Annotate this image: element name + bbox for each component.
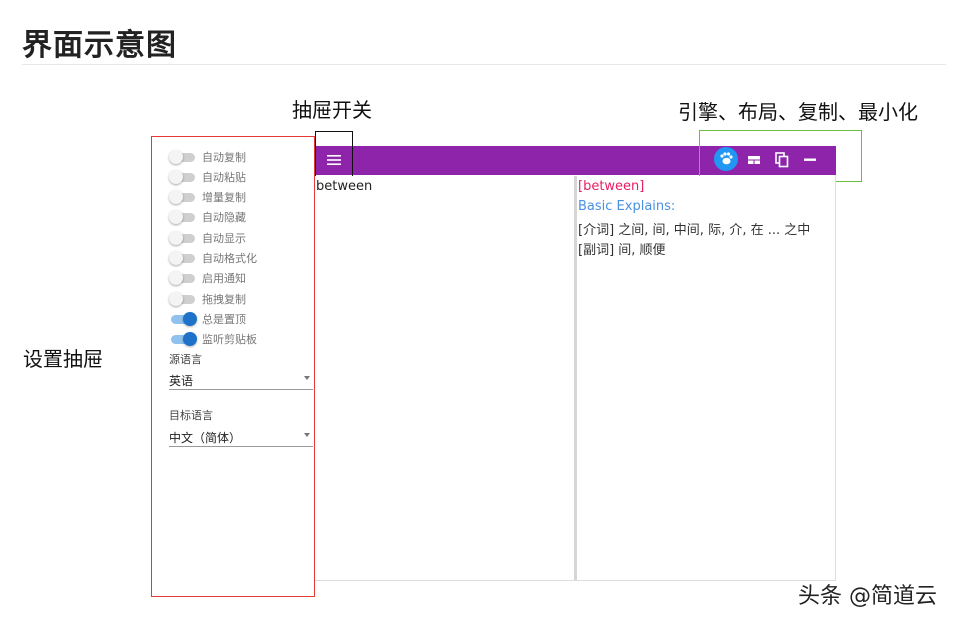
watermark: 头条 @简道云: [798, 584, 937, 609]
result-explain-label: Basic Explains:: [578, 199, 676, 214]
toggle-label: 自动显示: [202, 232, 246, 245]
page-title: 界面示意图: [22, 28, 177, 63]
toggle-row-auto-hide[interactable]: 自动隐藏: [169, 208, 246, 226]
callout-toolbar: 引擎、布局、复制、最小化: [678, 100, 918, 124]
toggle-label: 自动格式化: [202, 252, 257, 265]
toggle-row-auto-copy[interactable]: 自动复制: [169, 148, 246, 166]
source-language-select[interactable]: 英语: [169, 370, 313, 390]
toggle-row-always-on-top[interactable]: 总是置顶: [169, 310, 246, 328]
toggle-switch[interactable]: [169, 208, 197, 226]
toggle-switch[interactable]: [169, 310, 197, 328]
toggle-row-notifications[interactable]: 启用通知: [169, 269, 246, 287]
toggle-switch[interactable]: [169, 229, 197, 247]
toggle-label: 启用通知: [202, 272, 246, 285]
drawer-toggle-highlight: [315, 131, 353, 177]
target-language-select[interactable]: 中文（简体）: [169, 427, 313, 447]
source-text-area[interactable]: [315, 176, 574, 580]
toggle-label: 拖拽复制: [202, 293, 246, 306]
toggle-switch[interactable]: [169, 188, 197, 206]
toggle-switch[interactable]: [169, 290, 197, 308]
chevron-down-icon: [304, 433, 310, 437]
toggle-row-watch-clipboard[interactable]: 监听剪贴板: [169, 330, 257, 348]
result-definition-line: [介词] 之间, 间, 中间, 际, 介, 在 ... 之中: [578, 223, 811, 238]
toggle-label: 增量复制: [202, 191, 246, 204]
toggle-row-auto-show[interactable]: 自动显示: [169, 229, 246, 247]
source-language-value: 英语: [169, 374, 194, 388]
toggle-switch[interactable]: [169, 168, 197, 186]
source-language-label: 源语言: [169, 353, 202, 366]
toggle-label: 监听剪贴板: [202, 333, 257, 346]
toggle-row-drag-copy[interactable]: 拖拽复制: [169, 290, 246, 308]
toggle-label: 总是置顶: [202, 313, 246, 326]
toggle-label: 自动粘贴: [202, 171, 246, 184]
toggle-switch[interactable]: [169, 269, 197, 287]
callout-settings-drawer: 设置抽屉: [23, 347, 103, 371]
toggle-switch[interactable]: [169, 148, 197, 166]
toggle-row-auto-format[interactable]: 自动格式化: [169, 249, 257, 267]
callout-drawer-toggle: 抽屉开关: [292, 98, 372, 122]
result-word: [between]: [578, 179, 645, 194]
toggle-label: 自动复制: [202, 151, 246, 164]
toggle-row-incremental-copy[interactable]: 增量复制: [169, 188, 246, 206]
source-text[interactable]: between: [316, 179, 372, 194]
title-divider: [22, 64, 946, 65]
toggle-row-auto-paste[interactable]: 自动粘贴: [169, 168, 246, 186]
target-language-label: 目标语言: [169, 409, 213, 422]
toggle-switch[interactable]: [169, 330, 197, 348]
target-language-value: 中文（简体）: [169, 431, 242, 445]
chevron-down-icon: [304, 376, 310, 380]
toggle-switch[interactable]: [169, 249, 197, 267]
toggle-label: 自动隐藏: [202, 211, 246, 224]
result-definition-line: [副词] 间, 顺便: [578, 243, 666, 258]
